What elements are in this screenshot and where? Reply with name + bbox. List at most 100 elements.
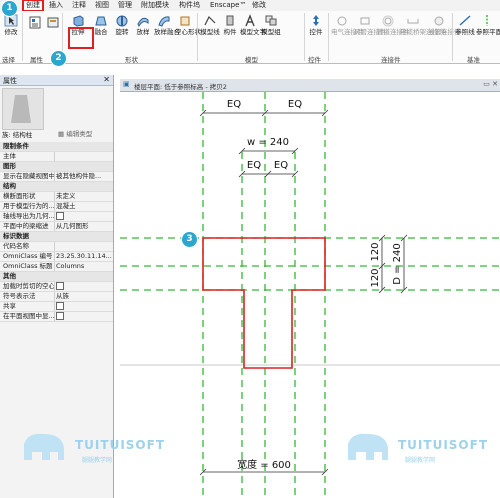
property-value[interactable]: 未定义: [56, 192, 76, 201]
property-row: 轴线导出为几何...: [0, 212, 113, 222]
property-value[interactable]: 从族: [56, 292, 69, 301]
dim-eq-w-right[interactable]: EQ: [274, 160, 288, 171]
model-text-button[interactable]: 模型文字: [240, 14, 266, 36]
modify-label: 修改: [4, 28, 18, 36]
family-preview: [2, 88, 44, 130]
property-category[interactable]: 结构: [0, 182, 113, 192]
conduit-connector-button[interactable]: 线管连接件: [428, 14, 461, 36]
electrical-connector-button[interactable]: 电气连接件: [331, 14, 364, 36]
close-icon[interactable]: ✕: [103, 75, 110, 84]
property-category[interactable]: 标识数据: [0, 232, 113, 242]
dim-120-bottom[interactable]: 120: [370, 268, 381, 287]
reference-plane-button[interactable]: 参照平面: [476, 14, 500, 36]
modify-button[interactable]: 修改: [2, 14, 20, 36]
properties-panel-header: 属性 ✕: [0, 75, 113, 86]
step-badge-3: 3: [181, 231, 198, 248]
sweep-icon: [137, 17, 149, 27]
property-checkbox[interactable]: [56, 212, 64, 220]
property-value[interactable]: 23.25.30.11.14...: [56, 252, 112, 261]
property-row: 显示在隐藏视图中 被其他构件隐...: [0, 172, 113, 182]
property-key: OmniClass 标题: [3, 262, 53, 270]
t-shape-sketch[interactable]: [202, 237, 326, 369]
property-checkbox-cell[interactable]: [56, 282, 64, 291]
blend-button[interactable]: 融合: [91, 14, 111, 36]
property-category-label: 限制条件: [3, 142, 29, 150]
tab-annotate[interactable]: 注释: [72, 1, 86, 10]
property-row: 在平面视图中显...: [0, 312, 113, 322]
tab-addins[interactable]: 附加模块: [141, 1, 169, 10]
property-checkbox[interactable]: [56, 282, 64, 290]
property-key: 显示在隐藏视图中: [3, 172, 55, 180]
properties-button[interactable]: [25, 16, 45, 30]
property-value[interactable]: 从几何图形: [56, 222, 89, 231]
duct-connector-button[interactable]: 风管连接件: [354, 14, 387, 36]
tab-modify[interactable]: 修改: [252, 1, 266, 10]
sweep-button[interactable]: 放样: [133, 14, 153, 36]
edit-type-icon: ▦: [58, 130, 65, 138]
pipe-connector-icon: [382, 15, 394, 27]
property-row: 共享: [0, 302, 113, 312]
reference-line-button[interactable]: 参照线: [455, 14, 475, 36]
pipe-connector-button[interactable]: 管道连接件: [377, 14, 410, 36]
conduit-connector-icon: [434, 16, 444, 26]
watermark-right-sub: 腿腿教学网: [405, 457, 436, 464]
model-line-icon: [204, 15, 216, 26]
void-forms-button[interactable]: 空心形状: [175, 14, 201, 36]
view-title-bar: ▣ 楼层平面: 低于参照标高 - 拷贝2 ▭ ✕: [120, 79, 500, 92]
property-value[interactable]: 被其他构件隐...: [56, 172, 101, 181]
dim-width[interactable]: 宽度 = 600: [237, 458, 291, 471]
dim-eq-w-left[interactable]: EQ: [247, 160, 261, 171]
tab-enscape[interactable]: Enscape™: [210, 1, 246, 10]
model-group-label: 模型组: [261, 28, 281, 36]
property-value[interactable]: Columns: [56, 262, 84, 271]
component-label: 构件: [223, 28, 237, 36]
group-datum-label: 基准: [467, 56, 480, 64]
tab-component-dock[interactable]: 构件坞: [179, 1, 200, 10]
sweep-label: 放样: [136, 28, 150, 36]
window-controls-icon[interactable]: ▭ ✕: [483, 80, 498, 88]
property-key: 平面中的梁缩进: [3, 222, 49, 230]
property-category[interactable]: 其他: [0, 272, 113, 282]
property-checkbox[interactable]: [56, 312, 64, 320]
property-key: OmniClass 编号: [3, 252, 53, 260]
dim-w[interactable]: w = 240: [247, 137, 289, 148]
watermark-left-sub: 腿腿教学网: [82, 457, 113, 464]
property-row: 主体: [0, 152, 113, 162]
swept-blend-icon: [158, 16, 170, 27]
swept-blend-button[interactable]: 放样融合: [154, 14, 180, 36]
control-button[interactable]: 控件: [307, 14, 325, 36]
property-checkbox[interactable]: [56, 302, 64, 310]
family-preview-icon: [11, 95, 31, 123]
property-value[interactable]: 混凝土: [56, 202, 76, 211]
property-key: 用于模型行为的...: [3, 202, 55, 210]
tab-manage[interactable]: 管理: [118, 1, 132, 10]
tab-view[interactable]: 视图: [95, 1, 109, 10]
model-group-icon: [265, 15, 277, 26]
flip-arrows-icon: [313, 15, 319, 26]
dimensions: [199, 109, 408, 476]
property-checkbox-cell[interactable]: [56, 212, 64, 221]
property-row: 横断面形状 未定义: [0, 192, 113, 202]
property-category[interactable]: 图形: [0, 162, 113, 172]
dim-eq-left[interactable]: EQ: [227, 99, 241, 110]
type-properties-button[interactable]: [46, 16, 60, 30]
revolve-button[interactable]: 旋转: [112, 14, 132, 36]
edit-type-label: 编辑类型: [66, 130, 93, 138]
model-line-button[interactable]: 模型线: [200, 14, 220, 36]
tab-insert[interactable]: 插入: [49, 1, 63, 10]
edit-type-button[interactable]: ▦ 编辑类型: [58, 129, 111, 139]
dim-d[interactable]: D = 240: [392, 243, 403, 285]
model-group-button[interactable]: 模型组: [261, 14, 281, 36]
property-category[interactable]: 限制条件: [0, 142, 113, 152]
floor-plan-icon: ▣: [123, 80, 130, 88]
dim-eq-right[interactable]: EQ: [288, 99, 302, 110]
cable-tray-connector-button[interactable]: 电缆桥架连接件: [400, 14, 446, 36]
property-key: 共享: [3, 302, 16, 310]
dim-120-top[interactable]: 120: [370, 242, 381, 261]
property-checkbox-cell[interactable]: [56, 312, 64, 321]
property-checkbox-cell[interactable]: [56, 302, 64, 311]
group-select-label[interactable]: 选择: [2, 54, 15, 64]
component-button[interactable]: 构件: [221, 14, 239, 36]
property-key: 轴线导出为几何...: [3, 212, 55, 220]
group-control-label: 控件: [308, 56, 321, 64]
